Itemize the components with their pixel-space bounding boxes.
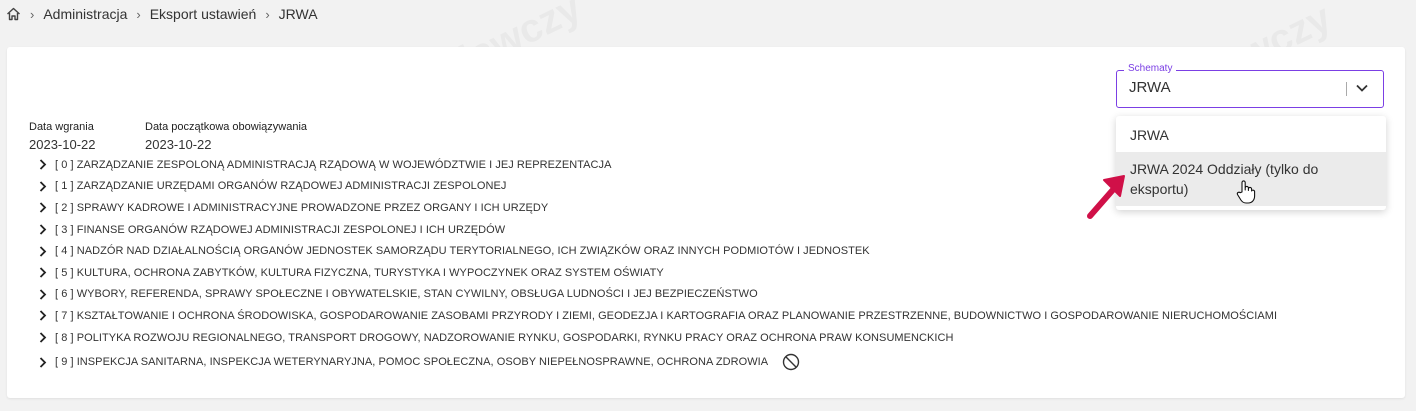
tree-item-label: [ 0 ] ZARZĄDZANIE ZESPOLONĄ ADMINISTRACJ… xyxy=(55,158,612,171)
tree-item[interactable]: [ 6 ] WYBORY, REFERENDA, SPRAWY SPOŁECZN… xyxy=(36,284,1277,306)
breadcrumb-separator: › xyxy=(30,6,35,22)
dropdown-option-label: JRWA xyxy=(1130,127,1169,143)
chevron-right-icon[interactable] xyxy=(36,181,50,192)
start-date-label: Data początkowa obowiązywania xyxy=(145,121,308,133)
chevron-right-icon[interactable] xyxy=(36,310,50,322)
schema-select[interactable]: Schematy JRWA xyxy=(1116,63,1386,110)
annotation-arrow xyxy=(1084,170,1134,227)
chevron-right-icon[interactable] xyxy=(36,224,50,235)
tree-item[interactable]: [ 5 ] KULTURA, OCHRONA ZABYTKÓW, KULTURA… xyxy=(36,262,1277,284)
breadcrumb-current: JRWA xyxy=(278,6,318,22)
dropdown-option-jrwa[interactable]: JRWA xyxy=(1116,116,1386,152)
import-date-label: Data wgrania xyxy=(29,121,94,133)
import-date: Data wgrania 2023-10-22 xyxy=(29,121,96,152)
breadcrumb-administracja[interactable]: Administracja xyxy=(43,6,127,22)
select-divider xyxy=(1346,82,1347,96)
tree-item-label: [ 9 ] INSPEKCJA SANITARNA, INSPEKCJA WET… xyxy=(55,356,769,369)
tree-item-label: [ 3 ] FINANSE ORGANÓW RZĄDOWEJ ADMINISTR… xyxy=(55,223,506,236)
start-date-value: 2023-10-22 xyxy=(145,137,212,152)
chevron-right-icon[interactable] xyxy=(36,267,50,278)
chevron-right-icon[interactable] xyxy=(36,289,50,300)
schema-select-label: Schematy xyxy=(1124,63,1177,75)
tree-item[interactable]: [ 4 ] NADZÓR NAD DZIAŁALNOŚCIĄ ORGANÓW J… xyxy=(36,240,1277,262)
breadcrumb-separator: › xyxy=(136,6,141,22)
tree-item-label: [ 4 ] NADZÓR NAD DZIAŁALNOŚCIĄ ORGANÓW J… xyxy=(55,245,870,258)
breadcrumb-eksport-ustawien[interactable]: Eksport ustawień xyxy=(150,6,257,22)
tree-item-label: [ 1 ] ZARZĄDZANIE URZĘDAMI ORGANÓW RZĄDO… xyxy=(55,180,507,193)
chevron-right-icon[interactable] xyxy=(36,357,50,368)
tree-item-label: [ 6 ] WYBORY, REFERENDA, SPRAWY SPOŁECZN… xyxy=(55,288,758,301)
tree-item-label: [ 7 ] KSZTAŁTOWANIE I OCHRONA ŚRODOWISKA… xyxy=(55,309,1278,322)
chevron-right-icon[interactable] xyxy=(36,246,50,257)
tree-item[interactable]: [ 9 ] INSPEKCJA SANITARNA, INSPEKCJA WET… xyxy=(36,351,1277,373)
tree-item[interactable]: [ 7 ] KSZTAŁTOWANIE I OCHRONA ŚRODOWISKA… xyxy=(36,305,1277,327)
breadcrumb-separator: › xyxy=(265,6,270,22)
chevron-right-icon[interactable] xyxy=(36,332,50,343)
tree-item-label: [ 2 ] SPRAWY KADROWE I ADMINISTRACYJNE P… xyxy=(55,201,549,214)
chevron-right-icon[interactable] xyxy=(36,159,50,170)
home-icon[interactable] xyxy=(6,7,21,21)
breadcrumb: › Administracja › Eksport ustawień › JRW… xyxy=(6,4,318,24)
hand-pointer-cursor xyxy=(1236,179,1256,210)
ban-icon xyxy=(782,353,800,371)
schema-select-value: JRWA xyxy=(1129,79,1171,96)
chevron-right-icon[interactable] xyxy=(36,202,50,214)
import-date-value: 2023-10-22 xyxy=(29,137,96,152)
chevron-down-icon[interactable] xyxy=(1354,80,1370,101)
tree-item-label: [ 5 ] KULTURA, OCHRONA ZABYTKÓW, KULTURA… xyxy=(55,266,664,279)
tree-item[interactable]: [ 8 ] POLITYKA ROZWOJU REGIONALNEGO, TRA… xyxy=(36,327,1277,349)
tree-item-label: [ 8 ] POLITYKA ROZWOJU REGIONALNEGO, TRA… xyxy=(55,331,954,344)
start-date: Data początkowa obowiązywania 2023-10-22 xyxy=(145,121,307,152)
